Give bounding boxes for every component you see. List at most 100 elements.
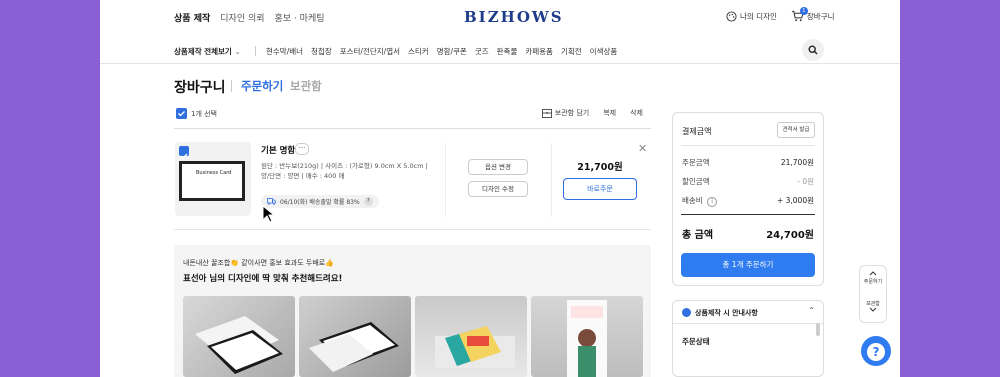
category-all-label: 상품제작 전체보기 <box>174 47 232 56</box>
divider <box>681 145 815 146</box>
scroll-up-button[interactable]: 주문하기 <box>860 270 886 285</box>
product-desc-line: 원단 : 반누보(210g) | 사이즈 : (가로형) 9.0cm X 5.0… <box>261 162 428 170</box>
help-button[interactable]: ? <box>861 336 891 366</box>
summary-value: 21,700원 <box>780 158 814 167</box>
chevron-up-icon[interactable]: ⌃ <box>808 306 815 315</box>
more-button[interactable]: ··· <box>295 143 309 155</box>
divider <box>231 80 232 92</box>
chevron-down-icon <box>869 307 877 312</box>
recommend-card-image[interactable] <box>183 296 295 377</box>
keep-button[interactable]: 보관함 담기 <box>541 108 590 118</box>
page-title: 장바구니 <box>174 80 226 96</box>
divider <box>255 46 256 56</box>
my-design-link[interactable]: 나의 디자인 <box>726 10 777 22</box>
scroll-down-button[interactable]: 보관함 <box>860 300 886 315</box>
scroll-up-label: 주문하기 <box>863 279 883 285</box>
info-icon[interactable]: i <box>707 197 718 207</box>
checkout-button[interactable]: 총 1개 주문하기 <box>681 253 815 277</box>
top-nav: 상품 제작 디자인 의뢰 홍보 · 마케팅 <box>174 11 325 24</box>
my-design-label: 나의 디자인 <box>740 11 777 21</box>
recommend-coupon-image[interactable] <box>415 296 527 377</box>
mouse-cursor-icon <box>262 205 274 223</box>
top-nav-product[interactable]: 상품 제작 <box>174 11 210 24</box>
category-list: 현수막/배너 청첩장 포스터/전단지/엽서 스티커 명함/쿠폰 굿즈 판촉물 카… <box>266 46 617 57</box>
summary-row-discount: 할인금액 - 0원 <box>682 176 814 187</box>
estimate-button[interactable]: 견적서 발급 <box>777 122 815 138</box>
category-item[interactable]: 굿즈 <box>475 46 489 57</box>
coupon-illustration <box>435 326 515 368</box>
category-item[interactable]: 스티커 <box>408 46 429 57</box>
top-nav-marketing[interactable]: 홍보 · 마케팅 <box>275 11 325 24</box>
recommend-panel: 내돈내산 꿀조합👏 같이사면 홍보 효과도 두배로👍 표선아 님의 디자인에 딱… <box>174 245 651 377</box>
select-all-checkbox[interactable] <box>176 108 187 119</box>
recommend-banner-image[interactable] <box>531 296 643 377</box>
cart-count-badge: 1 <box>799 7 808 15</box>
category-item[interactable]: 기획전 <box>561 46 582 57</box>
item-price: 21,700원 <box>577 162 623 173</box>
product-description: 원단 : 반누보(210g) | 사이즈 : (가로형) 9.0cm X 5.0… <box>261 161 441 181</box>
summary-total: 총 금액 24,700원 <box>682 226 814 241</box>
logo[interactable]: BIZHOWS <box>464 8 564 26</box>
category-item[interactable]: 명함/쿠폰 <box>437 46 467 57</box>
option-change-button[interactable]: 옵션 변경 <box>468 159 528 175</box>
palette-icon <box>726 10 737 22</box>
category-item[interactable]: 청첩장 <box>311 46 332 57</box>
tab-keep[interactable]: 보관함 <box>290 78 322 94</box>
item-checkbox[interactable] <box>179 146 189 159</box>
divider <box>673 323 823 324</box>
design-edit-button[interactable]: 디자인 수정 <box>468 181 528 197</box>
check-icon <box>178 111 185 117</box>
top-right-menu: 나의 디자인 1 장바구니 <box>726 7 835 22</box>
order-now-button[interactable]: 바로주문 <box>563 178 637 200</box>
truck-icon <box>267 198 276 205</box>
check-icon <box>180 153 188 159</box>
total-label: 총 금액 <box>682 230 714 241</box>
selection-row: 1개 선택 보관함 담기 복제 삭제 <box>174 106 651 124</box>
scroll-down-label: 보관함 <box>866 301 880 307</box>
divider <box>445 143 446 217</box>
tab-order[interactable]: 주문하기 <box>241 78 283 94</box>
category-item[interactable]: 현수막/배너 <box>266 46 303 57</box>
product-thumbnail[interactable]: Business Card <box>175 142 251 216</box>
chevron-down-icon: ⌄ <box>234 47 241 56</box>
top-nav-design[interactable]: 디자인 의뢰 <box>220 11 264 24</box>
business-card-illustration <box>309 322 399 372</box>
product-desc-line: 양/단면 : 양면 | 매수 : 400 매 <box>261 172 345 180</box>
category-all-dropdown[interactable]: 상품제작 전체보기 ⌄ <box>174 46 241 57</box>
selection-actions: 보관함 담기 복제 삭제 <box>541 108 643 118</box>
help-icon: ? <box>867 342 885 361</box>
business-card-illustration <box>195 316 283 374</box>
category-item[interactable]: 포스터/전단지/엽서 <box>340 46 400 57</box>
notice-panel: 상품제작 시 안내사항 ⌃ 주문상태 <box>672 300 824 377</box>
page: 상품 제작 디자인 의뢰 홍보 · 마케팅 BIZHOWS 나의 디자인 1 장… <box>100 0 900 377</box>
scrollbar[interactable] <box>816 323 820 336</box>
close-icon[interactable]: ✕ <box>638 142 647 155</box>
recommend-card-image[interactable] <box>299 296 411 377</box>
background-strip <box>900 0 1000 377</box>
category-item[interactable]: 카페용품 <box>525 46 553 57</box>
side-float-nav: 주문하기 보관함 <box>859 265 887 323</box>
category-item[interactable]: 이색상품 <box>590 46 618 57</box>
total-value: 24,700원 <box>766 230 814 241</box>
card-text: Business Card <box>196 170 232 176</box>
cart-item: Business Card 기본 명함 ··· 원단 : 반누보(210g) |… <box>174 135 651 230</box>
archive-icon <box>541 108 552 118</box>
divider <box>174 128 651 129</box>
notice-status: 주문상태 <box>682 337 710 346</box>
summary-label: 할인금액 <box>682 177 710 186</box>
payment-summary: 결제금액 견적서 발급 주문금액 21,700원 할인금액 - 0원 배송비 i… <box>672 112 824 286</box>
banner-illustration <box>567 300 607 377</box>
selected-count: 1개 선택 <box>191 110 217 118</box>
category-bar: 상품제작 전체보기 ⌄ 현수막/배너 청첩장 포스터/전단지/엽서 스티커 명함… <box>100 38 900 64</box>
cart-link[interactable]: 1 장바구니 <box>791 7 835 22</box>
divider <box>681 214 815 215</box>
summary-label: 주문금액 <box>682 158 710 167</box>
keep-label: 보관함 담기 <box>554 109 590 117</box>
category-item[interactable]: 판촉물 <box>497 46 518 57</box>
summary-row-order: 주문금액 21,700원 <box>682 157 814 168</box>
product-name: 기본 명함 <box>261 146 296 156</box>
copy-button[interactable]: 복제 <box>603 108 616 118</box>
search-button[interactable] <box>802 39 824 61</box>
delete-button[interactable]: 삭제 <box>630 108 643 118</box>
help-icon[interactable]: ? <box>363 197 373 206</box>
